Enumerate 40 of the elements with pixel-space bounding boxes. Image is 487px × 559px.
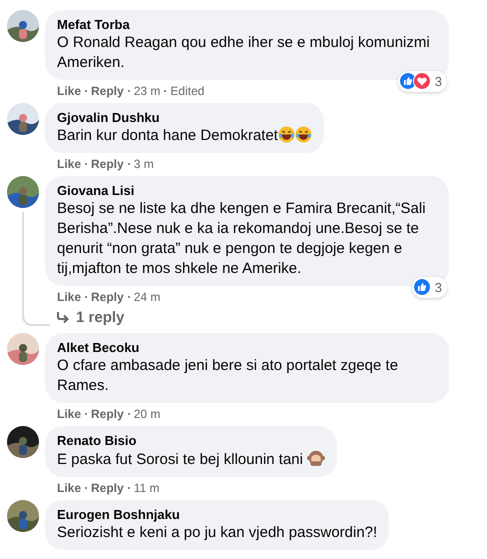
comment-text: O cfare ambasade jeni bere si ato portalet zgeqe te Rames. xyxy=(57,356,400,396)
thread-connector xyxy=(22,306,50,326)
reply-arrow-icon xyxy=(56,312,70,324)
timestamp[interactable]: 23 m xyxy=(134,83,160,99)
author-name[interactable]: Alket Becoku xyxy=(57,340,437,356)
comment-text: Barin kur donta hane Demokratet xyxy=(57,126,312,146)
comment-text: Seriozisht e keni a po ju kan vjedh passwordin?! xyxy=(57,523,378,543)
reaction-count: 3 xyxy=(434,278,442,296)
timestamp[interactable]: 11 m xyxy=(134,480,160,496)
laughing-emoji-icon xyxy=(294,126,312,143)
timestamp[interactable]: 24 m xyxy=(134,289,160,305)
reply-link[interactable]: Reply xyxy=(91,156,124,172)
monkey-emoji-icon xyxy=(306,449,325,467)
like-link[interactable]: Like xyxy=(57,156,82,172)
thumbs-up-icon xyxy=(412,278,431,296)
timestamp[interactable]: 20 m xyxy=(134,406,160,422)
like-link[interactable]: Like xyxy=(57,83,82,99)
laughing-emoji-icon xyxy=(278,126,295,143)
author-name[interactable]: Renato Bisio xyxy=(57,433,325,449)
reply-link[interactable]: Reply xyxy=(91,289,124,305)
heart-icon xyxy=(412,72,431,90)
reply-link[interactable]: Reply xyxy=(91,406,124,422)
edited-label: Edited xyxy=(170,83,204,99)
reactions-badge[interactable]: 3 xyxy=(398,70,447,92)
reply-link[interactable]: Reply xyxy=(91,83,124,99)
author-name[interactable]: Eurogen Boshnjaku xyxy=(57,507,378,523)
timestamp[interactable]: 3 m xyxy=(134,156,154,172)
view-replies-button[interactable]: 1 reply xyxy=(56,308,124,328)
comment-text: Besoj se ne liste ka dhe kengen e Famira Brecanit,“Sali Berisha”.Nese nuk e ka ia rekomandoj une.Besoj se te qenurit “non grata” nuk e pengon te degjoje kegen e tij,mjafton te mos shkele ne Amerike. xyxy=(57,199,427,279)
author-name[interactable]: Mefat Torba xyxy=(57,17,437,33)
author-name[interactable]: Giovana Lisi xyxy=(57,183,437,199)
reply-link[interactable]: Reply xyxy=(91,480,124,496)
like-link[interactable]: Like xyxy=(57,289,82,305)
comment-text: O Ronald Reagan qou edhe iher se e mbuloj komunizmi Ameriken. xyxy=(57,33,431,73)
author-name[interactable]: Gjovalin Dushku xyxy=(57,110,312,126)
reaction-count: 3 xyxy=(434,72,442,90)
comment-text: E paska fut Sorosi te bej kllounin tani xyxy=(57,449,325,470)
like-link[interactable]: Like xyxy=(57,480,82,496)
like-link[interactable]: Like xyxy=(57,406,82,422)
reactions-badge[interactable]: 3 xyxy=(412,276,447,298)
